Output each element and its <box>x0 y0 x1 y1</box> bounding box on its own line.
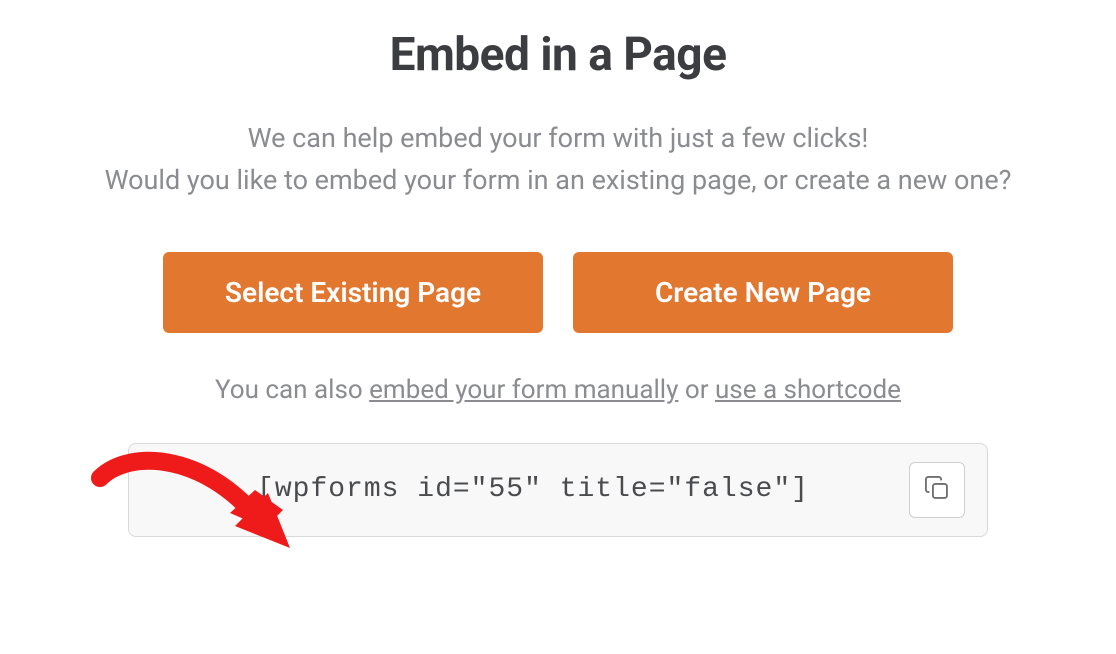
select-existing-page-button[interactable]: Select Existing Page <box>163 252 543 333</box>
copy-icon <box>923 474 951 506</box>
dialog-subtitle: We can help embed your form with just a … <box>0 118 1116 202</box>
embed-manually-link[interactable]: embed your form manually <box>369 375 678 405</box>
embed-dialog: Embed in a Page We can help embed your f… <box>0 0 1116 537</box>
use-shortcode-link[interactable]: use a shortcode <box>715 375 901 405</box>
helper-text: You can also embed your form manually or… <box>0 375 1116 405</box>
shortcode-text: [wpforms id="55" title="false"] <box>157 474 909 505</box>
subtitle-line-2: Would you like to embed your form in an … <box>105 164 1012 196</box>
dialog-title: Embed in a Page <box>0 28 1116 82</box>
create-new-page-button[interactable]: Create New Page <box>573 252 953 333</box>
shortcode-box: [wpforms id="55" title="false"] <box>128 443 988 537</box>
copy-shortcode-button[interactable] <box>909 462 965 518</box>
button-row: Select Existing Page Create New Page <box>0 252 1116 333</box>
helper-middle: or <box>678 375 715 405</box>
helper-prefix: You can also <box>215 375 369 405</box>
subtitle-line-1: We can help embed your form with just a … <box>248 122 869 154</box>
